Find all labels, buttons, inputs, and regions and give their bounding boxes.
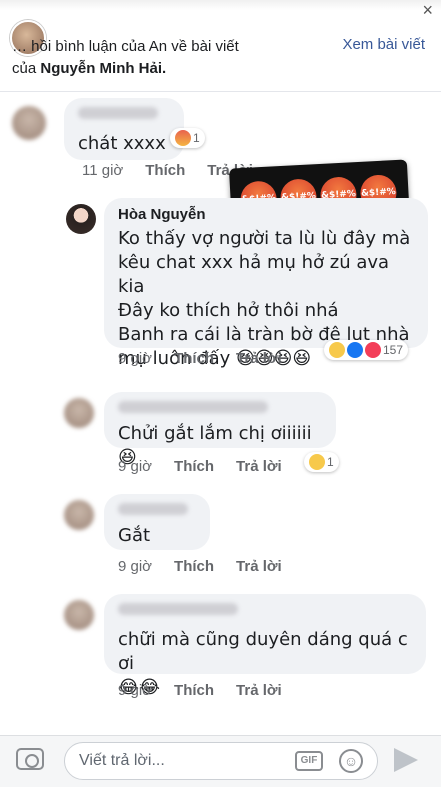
reply-input-wrapper[interactable]: GIF ☺ [64,742,378,780]
comment-bubble[interactable]: chữi mà cũng duyên dáng quá c ơi 😂😂 [104,594,426,698]
comment-text: Gắt [118,525,151,546]
comment-time: 9 giờ [118,558,153,575]
comment-item: Chửi gắt lắm chị ơiiiiii 😆 1 9 giờ Thích… [0,392,441,482]
haha-reaction-icon [309,454,325,470]
comment-item: Hòa Nguyễn Ko thấy vợ người ta lù lù đây… [0,198,441,378]
headline-of: của [12,60,37,77]
like-button[interactable]: Thích [174,350,214,367]
gif-icon[interactable]: GIF [295,751,323,771]
avatar[interactable] [12,106,46,140]
comment-line: Ko thấy vợ người ta lù lù đây mà [118,228,411,249]
comment-time: 9 giờ [118,458,153,475]
like-button[interactable]: Thích [174,558,214,575]
comment-item: chữi mà cũng duyên dáng quá c ơi 😂😂 9 g… [0,594,441,714]
comment-text: chữi mà cũng duyên dáng quá c ơi [118,629,408,674]
comment-text: chát xxxx [78,133,166,154]
reaction-count: 1 [327,455,334,469]
comment-bubble[interactable]: Hòa Nguyễn Ko thấy vợ người ta lù lù đây… [104,198,428,369]
like-button[interactable]: Thích [174,682,214,699]
comment-actions: 9 giờ Thích Trả lời [118,558,282,575]
reaction-summary[interactable]: 1 [170,128,205,148]
close-icon[interactable]: × [422,0,433,21]
avatar[interactable] [66,204,96,234]
reply-input[interactable] [65,743,285,779]
comment-time: 9 giờ [118,682,153,699]
blurred-name [118,603,238,615]
reaction-count: 1 [193,131,200,145]
reaction-count: 157 [383,343,404,357]
comment-bubble[interactable]: Gắt [104,494,210,550]
status-bar [0,0,441,10]
post-author-link[interactable]: Nguyễn Minh Hải. [40,60,166,77]
reply-button[interactable]: Trả lời [236,458,282,475]
avatar[interactable] [64,600,94,630]
blurred-name [118,401,268,413]
comment-line: kêu chat xxx hả mụ hở zú ava kia [118,252,390,297]
thread-headline: … hồi bình luận của An về bài viết của N… [12,36,332,80]
like-button[interactable]: Thích [145,162,185,179]
comment-bubble[interactable]: chát xxxx [64,98,184,160]
comment-item: Gắt 9 giờ Thích Trả lời [0,494,441,584]
comment-actions: 9 giờ Thích Trả lời [118,682,282,699]
reply-button[interactable]: Trả lời [236,350,282,367]
reaction-summary[interactable]: 157 [324,340,409,360]
reply-composer: GIF ☺ [0,735,441,787]
comment-time: 9 giờ [118,350,153,367]
love-reaction-icon [365,342,381,358]
blurred-name [78,107,158,119]
angry-reaction-icon [175,130,191,146]
comment-feed[interactable]: chát xxxx 1 11 giờ Thích Trả lời &$!#% &… [0,92,441,735]
see-post-link[interactable]: Xem bài viết [342,36,425,53]
comment-time: 11 giờ [82,162,124,179]
reply-button[interactable]: Trả lời [236,558,282,575]
send-icon[interactable] [394,748,418,772]
comment-actions: 9 giờ Thích Trả lời [118,350,282,367]
comment-bubble[interactable]: Chửi gắt lắm chị ơiiiiii 😆 [104,392,336,468]
comment-line: Đây ko thích hở thôi nhá [118,300,339,321]
avatar[interactable] [64,500,94,530]
reaction-summary[interactable]: 1 [304,452,339,472]
like-reaction-icon [347,342,363,358]
avatar[interactable] [64,398,94,428]
blurred-name [118,503,188,515]
like-button[interactable]: Thích [174,458,214,475]
headline-prefix: … hồi bình luận của An về bài viết [12,38,239,55]
commenter-name[interactable]: Hòa Nguyễn [118,206,414,223]
haha-reaction-icon [329,342,345,358]
comment-thread-header: × … hồi bình luận của An về bài viết của… [0,0,441,92]
comment-actions: 11 giờ Thích Trả lời [82,162,253,179]
camera-icon[interactable] [16,748,44,770]
reply-button[interactable]: Trả lời [236,682,282,699]
comment-actions: 9 giờ Thích Trả lời [118,458,282,475]
sticker-icon[interactable]: ☺ [339,749,363,773]
